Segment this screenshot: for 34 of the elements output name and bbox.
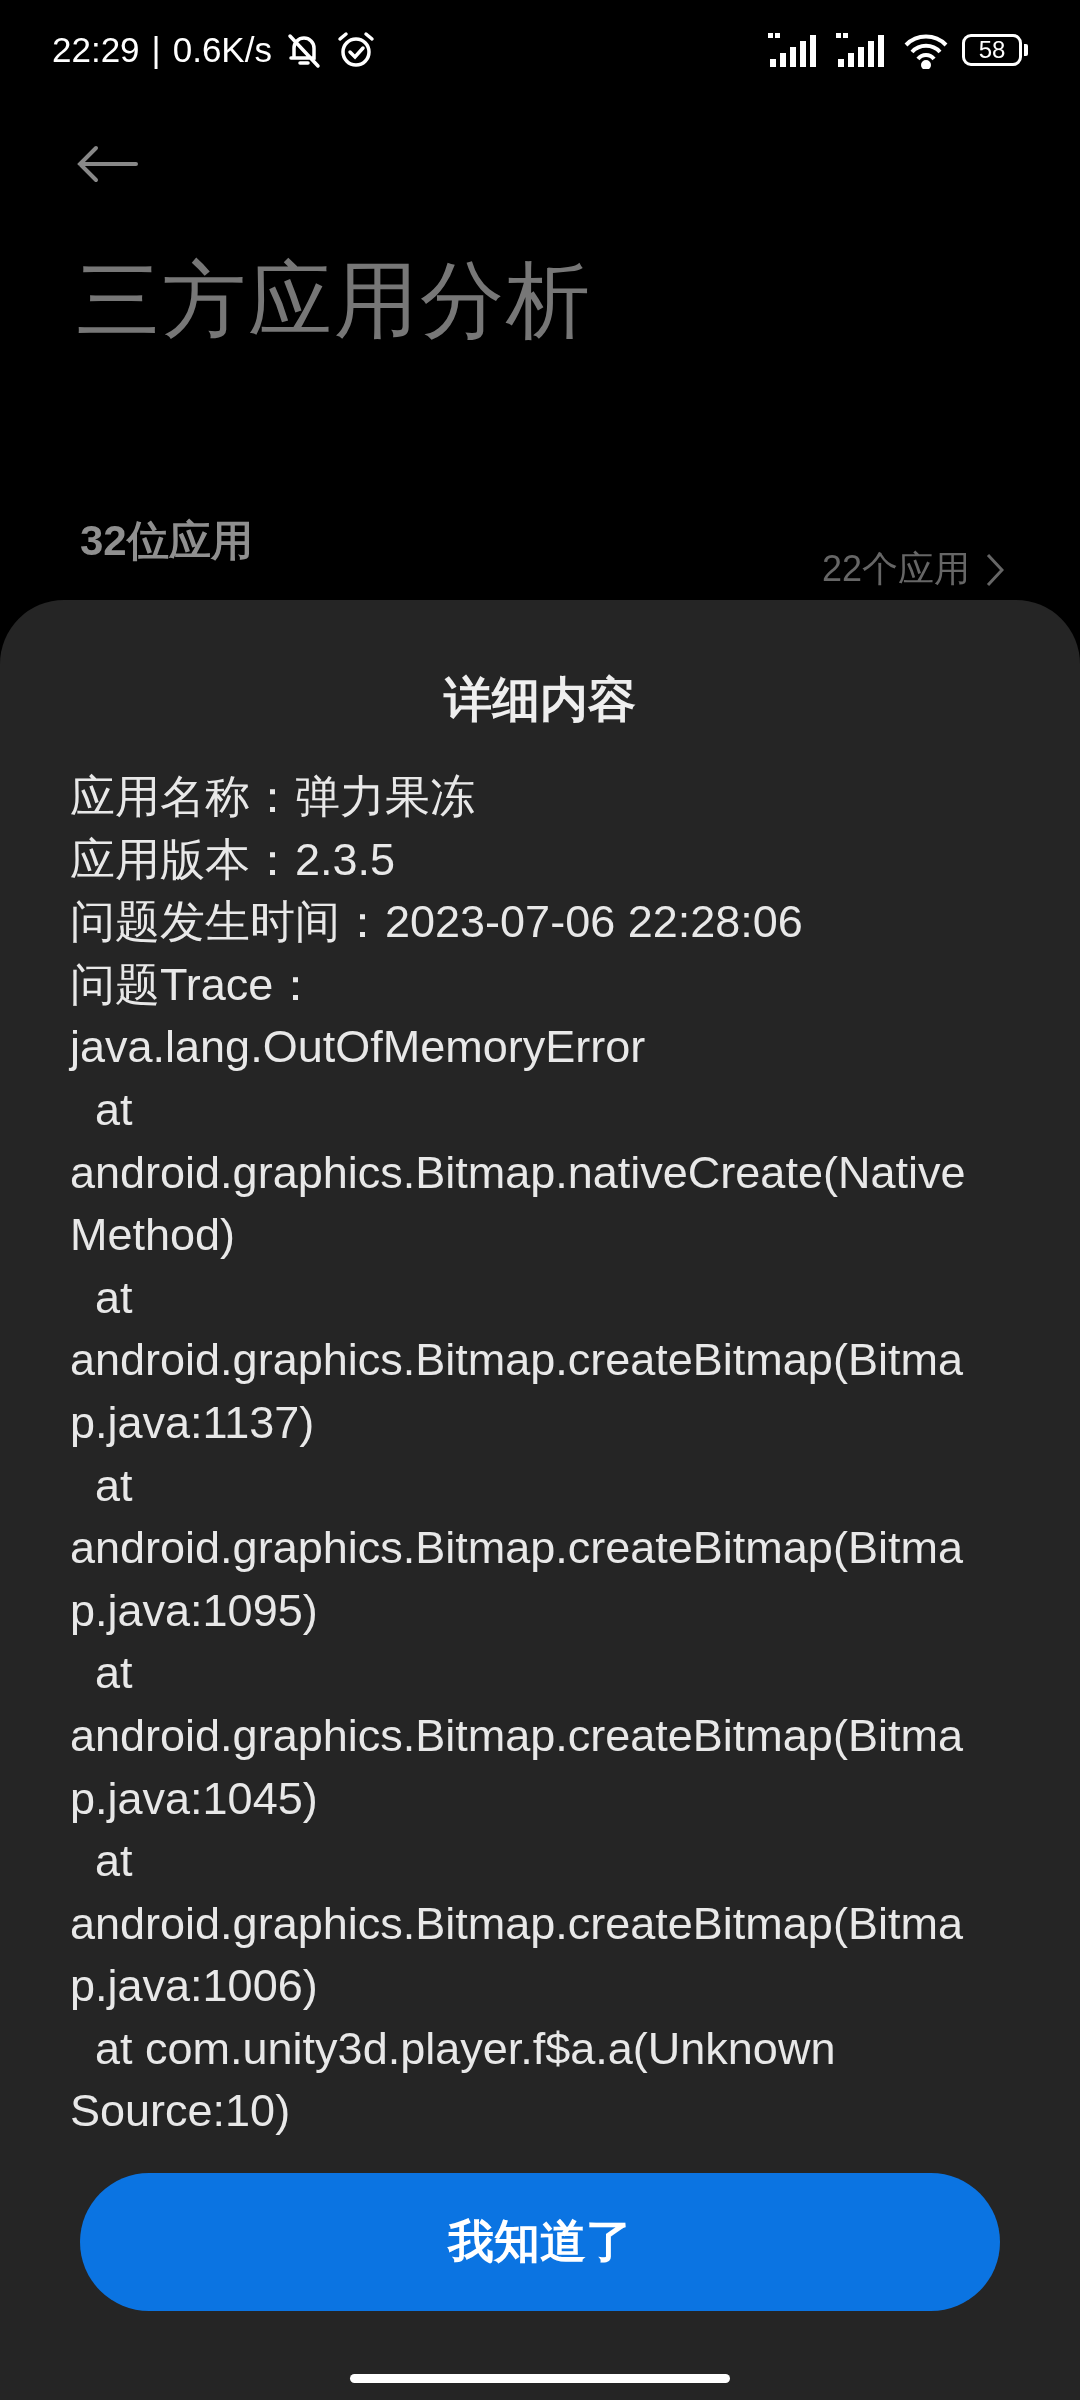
detail-text-line: android.graphics.Bitmap.createBitmap(Bitma <box>70 1708 963 1763</box>
detail-text-line: p.java:1045) <box>70 1771 318 1826</box>
status-time: 22:29 <box>52 30 140 70</box>
alarm-icon <box>335 30 376 70</box>
dialog-title: 详细内容 <box>444 672 636 728</box>
detail-text-line: android.graphics.Bitmap.nativeCreate(Native <box>70 1145 966 1200</box>
detail-text-line: p.java:1006) <box>70 1959 318 2014</box>
detail-text-line: at <box>94 1270 133 1325</box>
detail-text-line: android.graphics.Bitmap.createBitmap(Bitma <box>70 1521 963 1576</box>
detail-text-line: at <box>94 1458 133 1513</box>
detail-text-line: p.java:1137) <box>70 1395 315 1450</box>
detail-text-line: Source:10) <box>70 2084 291 2139</box>
chevron-right-icon[interactable] <box>986 552 1004 587</box>
detail-text-line: android.graphics.Bitmap.createBitmap(Bitma <box>70 1896 963 1951</box>
detail-text-line: 应用名称：弹力果冻 <box>70 770 475 824</box>
page-title: 三方应用分析 <box>76 252 593 349</box>
detail-text-line: p.java:1095) <box>70 1583 318 1638</box>
detail-text-line: 问题Trace： <box>70 957 319 1012</box>
detail-text-line: 应用版本：2.3.5 <box>70 832 396 887</box>
section-title: 32位应用 <box>80 516 253 566</box>
detail-text-line: at com.unity3d.player.f$a.a(Unknown <box>94 2021 836 2076</box>
status-divider: | <box>151 30 161 70</box>
back-arrow-icon[interactable] <box>76 144 138 184</box>
detail-text-line: Method) <box>70 1208 236 1263</box>
app-count[interactable]: 22个应用 <box>821 545 970 594</box>
network-speed: 0.6K/s <box>172 30 272 70</box>
detail-text-line: at <box>94 1646 133 1701</box>
confirm-button[interactable]: 我知道了 <box>80 2173 1000 2312</box>
detail-text-line: at <box>94 1834 133 1889</box>
detail-text-line: java.lang.OutOfMemoryError <box>70 1020 646 1075</box>
detail-text-line: android.graphics.Bitmap.createBitmap(Bitma <box>70 1333 963 1388</box>
battery-level: 58 <box>962 34 1022 66</box>
detail-text-line: 问题发生时间：2023-07-06 22:28:06 <box>70 895 803 950</box>
detail-text-line: at <box>94 1082 133 1137</box>
